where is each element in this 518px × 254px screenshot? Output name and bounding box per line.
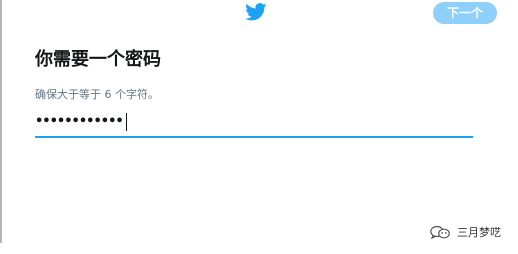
page-title: 你需要一个密码 [35,49,161,70]
wechat-icon [430,225,450,239]
password-masked-text: •••••••••••• [35,114,124,129]
watermark-text: 三月梦呓 [457,226,501,239]
signup-password-screen: 下一个 你需要一个密码 确保大于等于 6 个字符。 •••••••••••• 三… [0,0,518,254]
window-border [0,0,2,243]
twitter-bird-icon [245,3,267,21]
watermark: 三月梦呓 [429,224,501,240]
next-button[interactable]: 下一个 [433,2,497,24]
text-caret [125,112,127,131]
password-field[interactable]: •••••••••••• [35,108,473,138]
password-hint: 确保大于等于 6 个字符。 [35,88,159,101]
password-input-value[interactable]: •••••••••••• [35,112,127,132]
